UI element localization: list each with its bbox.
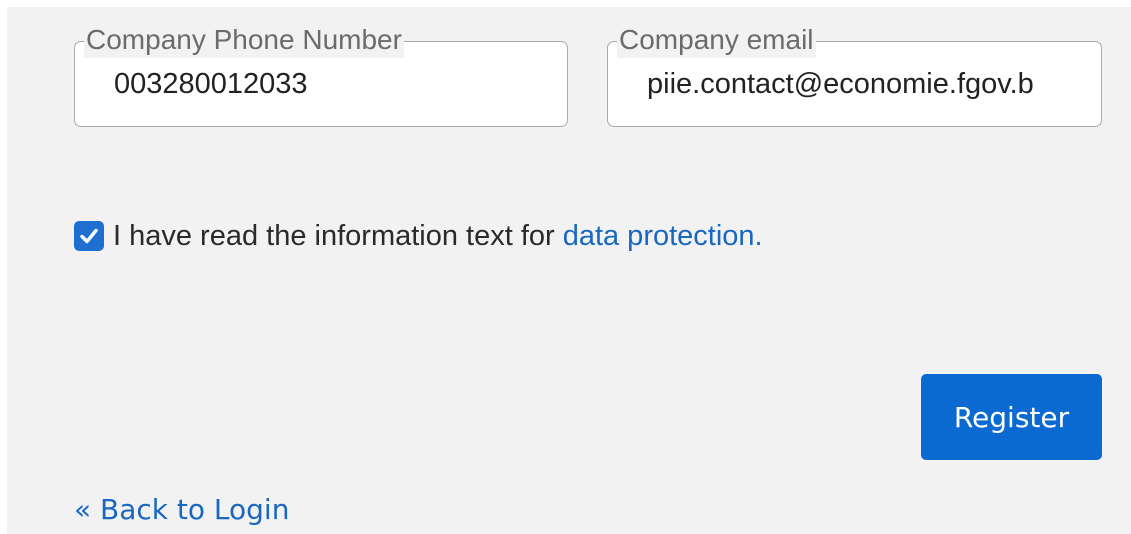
- company-email-input[interactable]: [608, 62, 1068, 106]
- checkmark-icon: [80, 228, 98, 244]
- company-phone-field: Company Phone Number: [74, 22, 568, 127]
- company-phone-label: Company Phone Number: [84, 22, 404, 58]
- data-protection-checkbox[interactable]: [74, 221, 104, 251]
- registration-form-section: Company Phone Number Company email I hav…: [7, 7, 1131, 534]
- register-button[interactable]: Register: [921, 374, 1102, 460]
- data-protection-consent: I have read the information text for dat…: [74, 216, 763, 256]
- company-phone-input[interactable]: [75, 62, 567, 106]
- company-email-field: Company email: [607, 22, 1102, 127]
- back-to-login-link[interactable]: « Back to Login: [74, 493, 289, 526]
- consent-text: I have read the information text for: [113, 219, 555, 252]
- data-protection-link[interactable]: data protection.: [563, 220, 763, 253]
- company-email-label: Company email: [617, 22, 816, 58]
